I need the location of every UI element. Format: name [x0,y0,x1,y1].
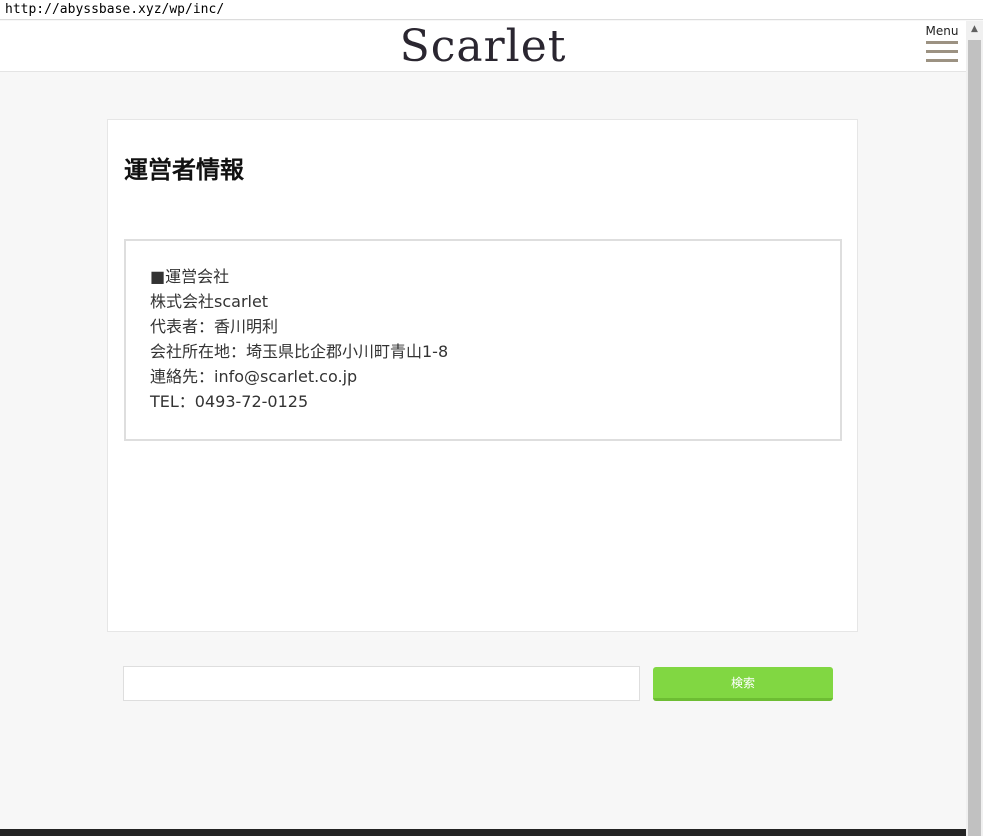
hamburger-icon-bar [926,59,958,62]
info-line-heading: ■運営会社 [150,267,230,286]
scrollbar-thumb[interactable] [968,40,981,836]
site-logo[interactable]: Scarlet [0,21,966,73]
menu-button[interactable]: Menu [924,24,960,66]
hamburger-icon-bar [926,50,958,53]
vertical-scrollbar[interactable]: ▲ [966,21,983,836]
search-button[interactable]: 検索 [653,667,833,701]
info-line-tel: TEL：0493-72-0125 [150,392,309,411]
site-header: Scarlet Menu [0,21,966,72]
operator-info-list: ■運営会社 株式会社scarlet 代表者：香川明利 会社所在地：埼玉県比企郡小… [150,264,448,414]
address-bar[interactable]: http://abyssbase.xyz/wp/inc/ [0,0,983,20]
menu-label: Menu [925,24,959,38]
info-line-representative: 代表者：香川明利 [150,317,279,336]
info-line-contact: 連絡先：info@scarlet.co.jp [150,367,358,386]
info-line-company: 株式会社scarlet [150,292,269,311]
site-footer [0,829,966,836]
page-title: 運営者情報 [124,156,244,184]
hamburger-icon [926,41,958,44]
operator-info-box: ■運営会社 株式会社scarlet 代表者：香川明利 会社所在地：埼玉県比企郡小… [124,239,842,441]
content-card: 運営者情報 ■運営会社 株式会社scarlet 代表者：香川明利 会社所在地：埼… [107,119,858,632]
search-input[interactable] [123,666,640,701]
info-line-address: 会社所在地：埼玉県比企郡小川町青山1-8 [150,342,449,361]
scroll-up-arrow-icon[interactable]: ▲ [966,21,983,38]
